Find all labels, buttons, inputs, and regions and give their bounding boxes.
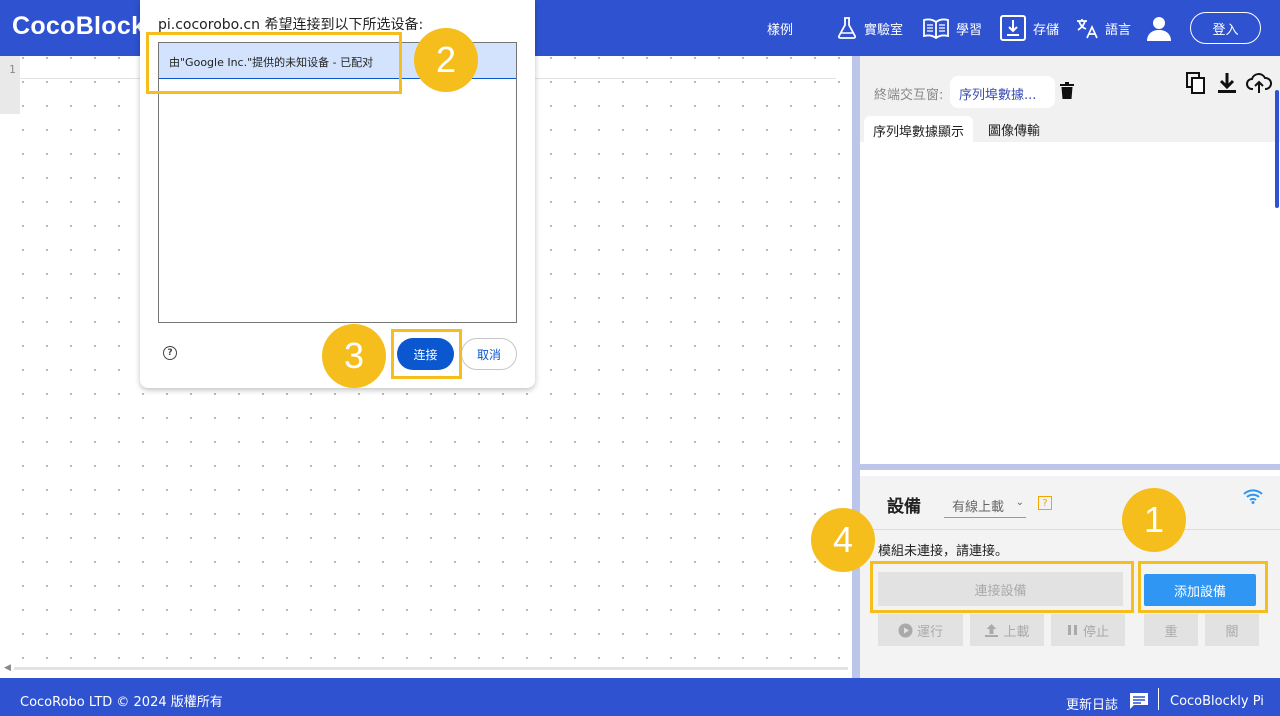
trash-icon[interactable] bbox=[1060, 82, 1074, 103]
terminal-header: 終端交互窗: 序列埠數據... 序列埠數據顯示 圖像傳輸 bbox=[860, 56, 1280, 142]
dialog-title: pi.cocorobo.cn 希望连接到以下所选设备: bbox=[158, 17, 424, 33]
highlight-add-device bbox=[1138, 561, 1268, 613]
device-help-icon[interactable]: ? bbox=[1038, 496, 1052, 510]
nav-lab-label: 實驗室 bbox=[864, 22, 904, 38]
step-badge-2: 2 bbox=[414, 28, 478, 92]
chat-icon[interactable] bbox=[1129, 692, 1149, 714]
flask-icon bbox=[836, 16, 858, 40]
dialog-help-icon[interactable]: ? bbox=[163, 346, 177, 360]
login-button[interactable]: 登入 bbox=[1190, 12, 1261, 44]
nav-storage[interactable]: 存儲 bbox=[999, 0, 1059, 56]
play-icon bbox=[898, 623, 913, 637]
tab-serial-display[interactable]: 序列埠數據顯示 bbox=[864, 116, 974, 142]
upload-button[interactable]: 上載 bbox=[970, 614, 1044, 646]
step-badge-4: 4 bbox=[811, 508, 875, 572]
upload-mode-value: 有線上載 bbox=[952, 500, 1005, 515]
nav-lab[interactable]: 實驗室 bbox=[836, 0, 903, 56]
nav-examples[interactable]: 樣例 bbox=[767, 0, 793, 56]
translate-icon bbox=[1075, 16, 1099, 40]
stop-label: 停止 bbox=[1082, 624, 1109, 640]
chevron-down-icon: ⌄ bbox=[1015, 497, 1024, 508]
run-label: 運行 bbox=[916, 624, 943, 640]
highlight-device-row bbox=[146, 32, 402, 94]
user-icon[interactable] bbox=[1146, 0, 1172, 56]
upload-mode-select[interactable]: 有線上載 ⌄ bbox=[944, 496, 1026, 518]
run-button[interactable]: 運行 bbox=[878, 614, 963, 646]
device-divider bbox=[860, 529, 1280, 530]
copy-icon[interactable] bbox=[1186, 72, 1206, 98]
panel-divider[interactable] bbox=[852, 56, 860, 678]
nav-language[interactable]: 語言 bbox=[1075, 0, 1131, 56]
terminal-scrollbar[interactable] bbox=[1275, 90, 1279, 208]
reset-button[interactable]: 重 bbox=[1144, 614, 1198, 646]
cloud-upload-icon[interactable] bbox=[1246, 72, 1272, 98]
upload-icon bbox=[985, 623, 999, 637]
device-status: 模組未連接，請連接。 bbox=[878, 544, 1009, 559]
device-title: 設備 bbox=[887, 497, 921, 517]
tab-image-transfer[interactable]: 圖像傳輸 bbox=[988, 120, 1040, 139]
pause-icon bbox=[1067, 625, 1077, 635]
footer-separator bbox=[1158, 688, 1159, 710]
book-icon bbox=[922, 17, 950, 39]
highlight-connect-device bbox=[870, 561, 1134, 613]
footer-product: CocoBlockly Pi bbox=[1170, 694, 1264, 709]
terminal-label: 終端交互窗: bbox=[874, 88, 944, 103]
changelog-link[interactable]: 更新日誌 bbox=[1066, 694, 1118, 713]
horizontal-scrollbar[interactable] bbox=[14, 667, 848, 670]
line-number: 1 bbox=[9, 63, 16, 76]
footer: CocoRobo LTD © 2024 版權所有 更新日誌 CocoBlockl… bbox=[0, 678, 1280, 716]
step-badge-1: 1 bbox=[1122, 488, 1186, 552]
step-badge-3: 3 bbox=[322, 324, 386, 388]
line-gutter: 1 bbox=[0, 56, 20, 114]
nav-learn[interactable]: 學習 bbox=[922, 0, 982, 56]
stop-button[interactable]: 停止 bbox=[1051, 614, 1125, 646]
terminal-chip[interactable]: 序列埠數據... bbox=[950, 76, 1055, 108]
save-icon bbox=[999, 14, 1027, 42]
nav-examples-label: 樣例 bbox=[767, 22, 794, 38]
nav-learn-label: 學習 bbox=[956, 22, 983, 38]
nav-storage-label: 存儲 bbox=[1033, 22, 1060, 38]
wifi-icon[interactable] bbox=[1243, 488, 1263, 508]
app-logo[interactable]: CocoBlock bbox=[12, 12, 145, 41]
upload-label: 上載 bbox=[1003, 624, 1030, 640]
dialog-cancel-button[interactable]: 取消 bbox=[461, 338, 517, 370]
scroll-left-icon[interactable]: ◀ bbox=[4, 663, 11, 673]
nav-language-label: 語言 bbox=[1105, 22, 1132, 38]
download-icon[interactable] bbox=[1217, 72, 1237, 98]
footer-copyright: CocoRobo LTD © 2024 版權所有 bbox=[20, 695, 223, 710]
terminal-panel: 終端交互窗: 序列埠數據... 序列埠數據顯示 圖像傳輸 bbox=[860, 56, 1280, 470]
close-button[interactable]: 關 bbox=[1205, 614, 1259, 646]
highlight-connect bbox=[391, 329, 462, 379]
